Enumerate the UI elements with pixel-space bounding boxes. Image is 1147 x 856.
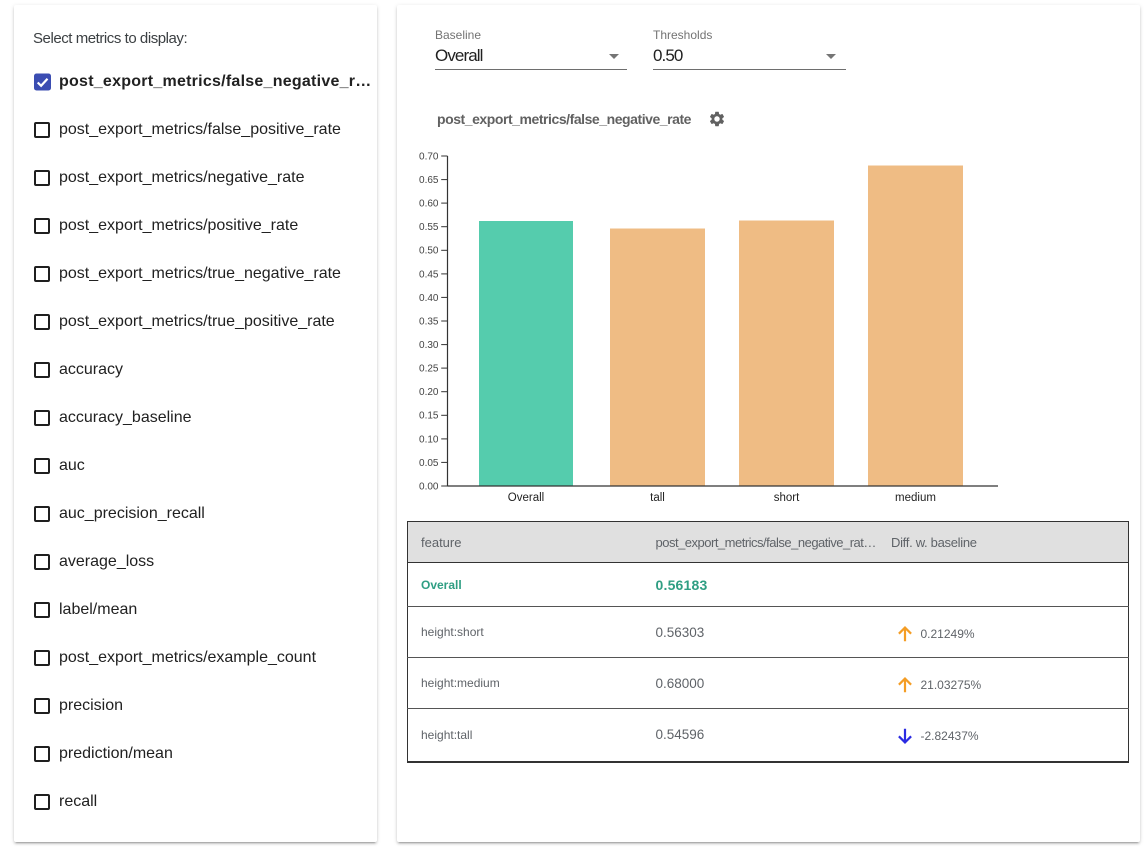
svg-text:medium: medium [895,492,936,504]
svg-text:0.70: 0.70 [419,151,439,162]
svg-text:0.50: 0.50 [419,246,439,257]
svg-text:0.00: 0.00 [419,481,439,492]
svg-text:0.05: 0.05 [419,458,439,469]
svg-text:0.45: 0.45 [419,269,439,280]
svg-text:0.15: 0.15 [419,411,439,422]
svg-text:0.55: 0.55 [419,222,439,233]
svg-text:0.10: 0.10 [419,434,439,445]
svg-text:tall: tall [650,492,665,504]
svg-text:0.65: 0.65 [419,175,439,186]
svg-text:0.25: 0.25 [419,364,439,375]
svg-text:0.60: 0.60 [419,199,439,210]
svg-text:0.20: 0.20 [419,387,439,398]
svg-text:short: short [774,492,800,504]
svg-text:0.35: 0.35 [419,316,439,327]
svg-text:Overall: Overall [508,492,544,504]
svg-text:0.40: 0.40 [419,293,439,304]
svg-text:0.30: 0.30 [419,340,439,351]
